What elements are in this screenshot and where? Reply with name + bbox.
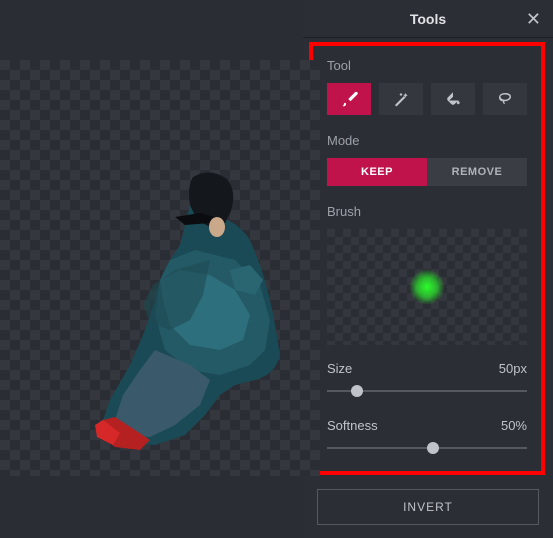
tools-panel: Tools ✕ Tool Mode KEEP REMOVE Brush [303, 0, 553, 538]
mode-row: KEEP REMOVE [327, 158, 527, 186]
softness-slider-group: Softness 50% [327, 418, 527, 455]
softness-slider[interactable] [327, 441, 527, 455]
tool-row [327, 83, 527, 115]
invert-button[interactable]: INVERT [317, 489, 539, 525]
size-label: Size [327, 361, 352, 376]
highlighted-region: Tool Mode KEEP REMOVE Brush [309, 42, 545, 475]
canvas-area[interactable] [0, 0, 303, 538]
mode-keep-button[interactable]: KEEP [327, 158, 427, 186]
size-slider[interactable] [327, 384, 527, 398]
bucket-icon [444, 90, 462, 108]
size-slider-thumb[interactable] [351, 385, 363, 397]
wand-icon [392, 90, 410, 108]
size-slider-group: Size 50px [327, 361, 527, 398]
mode-section-label: Mode [327, 133, 527, 148]
mode-remove-button[interactable]: REMOVE [427, 158, 527, 186]
lasso-tool-button[interactable] [483, 83, 527, 115]
softness-slider-thumb[interactable] [427, 442, 439, 454]
panel-header: Tools ✕ [303, 0, 553, 38]
wand-tool-button[interactable] [379, 83, 423, 115]
lasso-icon [496, 90, 514, 108]
panel-title: Tools [410, 11, 446, 27]
size-value: 50px [499, 361, 527, 376]
softness-value: 50% [501, 418, 527, 433]
brush-tool-button[interactable] [327, 83, 371, 115]
brush-section-label: Brush [327, 204, 527, 219]
tool-section-label: Tool [327, 58, 527, 73]
softness-label: Softness [327, 418, 378, 433]
bucket-tool-button[interactable] [431, 83, 475, 115]
brush-preview [327, 229, 527, 345]
brush-icon [340, 90, 358, 108]
brush-preview-dot [409, 269, 445, 305]
subject-image [55, 165, 315, 465]
close-icon[interactable]: ✕ [526, 10, 541, 28]
